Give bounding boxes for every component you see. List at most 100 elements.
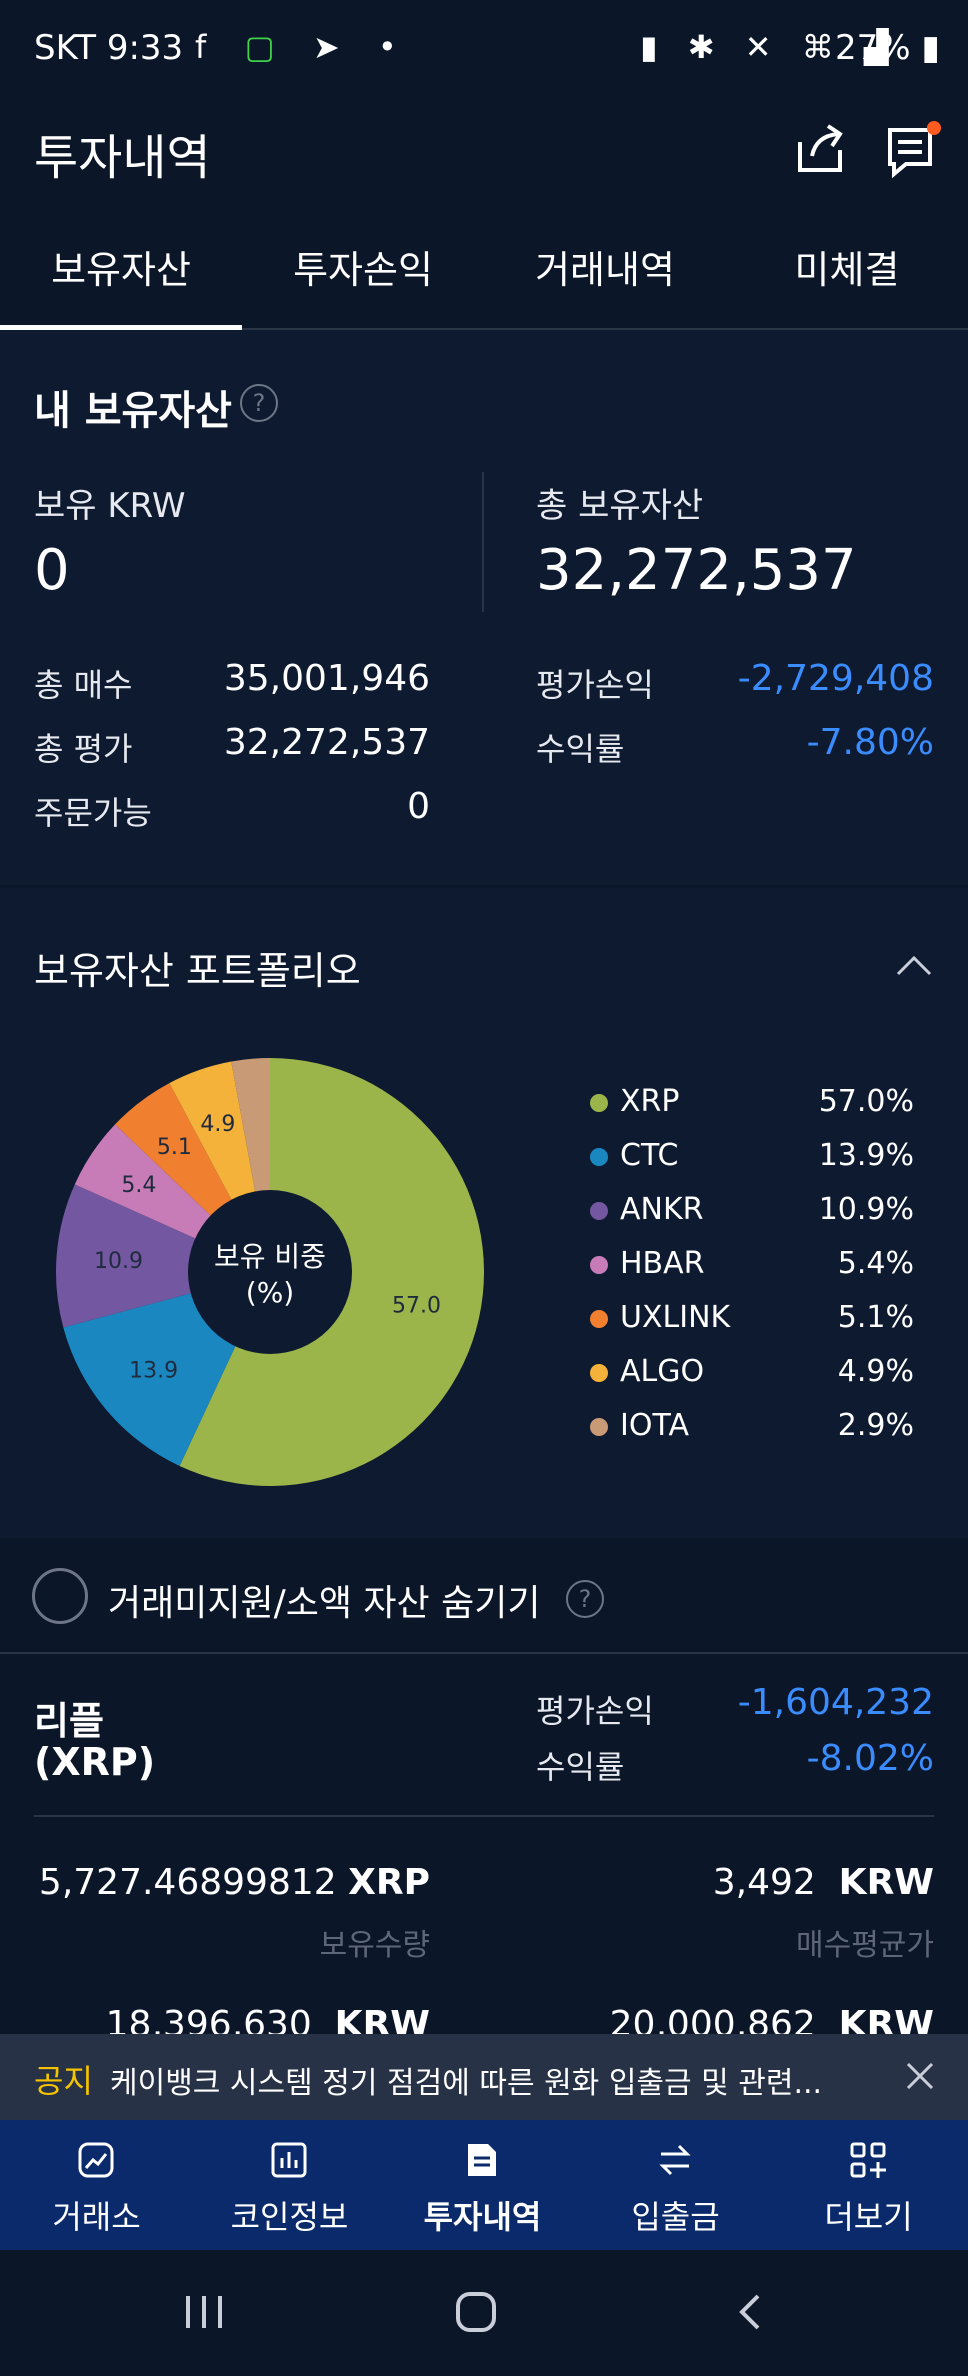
notice-tag: 공지 <box>34 2062 93 2100</box>
legend-item-xrp: XRP 57.0% <box>590 1084 920 1124</box>
app-icon: ▢ <box>244 28 289 66</box>
legend-name: ALGO <box>620 1354 705 1389</box>
pie-label-ankr: 10.9 <box>94 1249 143 1274</box>
tab-open-orders[interactable]: 미체결 <box>726 240 968 328</box>
bar-chart-icon <box>271 2142 307 2178</box>
asset-rate-label: 수익률 <box>536 1748 625 1786</box>
holding-quantity: 5,727.46899812 XRP <box>38 1862 430 1903</box>
status-left-icons: f ▢ ➤ • <box>195 28 411 66</box>
legend-item-uxlink: UXLINK 5.1% <box>590 1300 920 1340</box>
bluetooth-icon: ✱ <box>687 28 725 66</box>
legend-name: UXLINK <box>620 1300 731 1335</box>
chart-up-icon <box>78 2142 114 2178</box>
nav-deposit-withdraw[interactable]: 입출금 <box>579 2120 772 2250</box>
asset-symbol: (XRP) <box>34 1740 156 1784</box>
tab-trade-history[interactable]: 거래내역 <box>484 240 726 328</box>
mute-icon: ✕ <box>744 28 782 66</box>
holding-quantity-label: 보유수량 <box>319 1928 430 1963</box>
pie-label-ctc: 13.9 <box>129 1359 178 1384</box>
total-assets-label: 총 보유자산 <box>536 486 704 526</box>
battery-saver-icon: ▮ <box>640 28 668 66</box>
total-buy-value: 35,001,946 <box>223 658 430 699</box>
summary-title: 내 보유자산 <box>34 388 232 434</box>
legend-name: HBAR <box>620 1246 705 1281</box>
legend-name: CTC <box>620 1138 679 1173</box>
grid-plus-icon <box>850 2142 886 2178</box>
return-rate-label: 수익률 <box>536 730 625 768</box>
hide-small-assets-label[interactable]: 거래미지원/소액 자산 숨기기 <box>108 1574 540 1626</box>
notice-icon[interactable] <box>884 120 944 180</box>
tab-holdings[interactable]: 보유자산 <box>0 240 242 330</box>
collapse-chevron-icon[interactable] <box>894 950 934 980</box>
system-navigation-bar <box>0 2250 968 2376</box>
legend-item-ankr: ANKR 10.9% <box>590 1192 920 1232</box>
eval-pl-label: 평가손익 <box>536 666 654 704</box>
close-icon[interactable] <box>904 2060 936 2092</box>
legend-name: XRP <box>620 1084 680 1119</box>
nav-coin-info[interactable]: 코인정보 <box>193 2120 386 2250</box>
legend-name: IOTA <box>620 1408 689 1443</box>
bottom-navigation: 거래소 코인정보 투자내역 입출금 더보기 <box>0 2120 968 2250</box>
transfer-icon <box>659 2144 691 2176</box>
legend-dot <box>590 1256 608 1274</box>
legend-dot <box>590 1364 608 1382</box>
legend-dot <box>590 1310 608 1328</box>
legend-dot <box>590 1202 608 1220</box>
hide-small-assets-radio[interactable] <box>32 1568 88 1624</box>
legend-percent: 5.1% <box>837 1300 914 1335</box>
asset-name: 리플 <box>34 1699 104 1743</box>
portfolio-donut-chart: 57.0 13.9 10.9 5.45.1 4.9 보유 비중 (%) <box>56 1058 485 1486</box>
portfolio-title: 보유자산 포트폴리오 <box>34 949 361 993</box>
avg-buy-price: 3,492 KRW <box>712 1862 934 1903</box>
nav-label: 거래소 <box>52 2198 141 2236</box>
page-title: 투자내역 <box>34 130 211 186</box>
nav-investments[interactable]: 투자내역 <box>386 2120 579 2250</box>
back-icon[interactable] <box>732 2292 768 2332</box>
total-buy-label: 총 매수 <box>34 666 133 704</box>
battery-icon: ▮ <box>910 28 941 68</box>
tab-profit-loss[interactable]: 투자손익 <box>242 240 484 328</box>
orderable-label: 주문가능 <box>34 794 152 832</box>
nav-label: 투자내역 <box>423 2198 542 2236</box>
total-eval-value: 32,272,537 <box>223 722 430 763</box>
asset-pl-label: 평가손익 <box>536 1692 654 1730</box>
home-icon[interactable] <box>454 2290 498 2334</box>
help-icon[interactable]: ? <box>566 1580 604 1618</box>
eval-pl-value: -2,729,408 <box>737 658 934 699</box>
legend-item-hbar: HBAR 5.4% <box>590 1246 920 1286</box>
pie-label-uxlink: 5.1 <box>157 1135 192 1160</box>
pie-label-hbar: 5.4 <box>121 1173 156 1198</box>
battery-level: 27% ▮ <box>835 28 941 68</box>
total-assets-value: 32,272,537 <box>536 538 857 603</box>
status-bar: SKT 9:33 f ▢ ➤ • ▮ ✱ ✕ ⌘ ▟ 27% ▮ <box>0 0 968 110</box>
asset-pl-value: -1,604,232 <box>737 1682 934 1723</box>
donut-center-unit: (%) <box>246 1276 294 1309</box>
notice-text[interactable]: 케이뱅크 시스템 정기 점검에 따른 원화 입출금 및 관련... <box>110 2058 830 2102</box>
nav-exchange[interactable]: 거래소 <box>0 2120 193 2250</box>
recent-apps-icon[interactable] <box>180 2292 228 2332</box>
krw-label: 보유 KRW <box>34 486 186 526</box>
legend-percent: 13.9% <box>818 1138 914 1173</box>
avg-buy-price-label: 매수평균가 <box>796 1928 934 1963</box>
divider <box>34 1815 934 1817</box>
legend-percent: 57.0% <box>818 1084 914 1119</box>
document-icon <box>468 2144 496 2176</box>
nav-label: 더보기 <box>824 2198 913 2236</box>
legend-percent: 4.9% <box>837 1354 914 1389</box>
facebook-icon: f <box>195 28 221 66</box>
orderable-value: 0 <box>407 786 430 827</box>
share-icon[interactable] <box>790 120 850 180</box>
legend-dot <box>590 1148 608 1166</box>
krw-value: 0 <box>34 538 70 603</box>
asset-rate-value: -8.02% <box>806 1738 934 1779</box>
nav-more[interactable]: 더보기 <box>772 2120 965 2250</box>
dot-icon: • <box>377 28 411 66</box>
legend-name: ANKR <box>620 1192 704 1227</box>
legend-item-ctc: CTC 13.9% <box>590 1138 920 1178</box>
help-icon[interactable]: ? <box>240 384 278 422</box>
pie-label-xrp: 57.0 <box>392 1293 441 1318</box>
status-time: SKT 9:33 <box>34 28 184 68</box>
total-eval-label: 총 평가 <box>34 730 133 768</box>
legend-percent: 5.4% <box>837 1246 914 1281</box>
legend-item-iota: IOTA 2.9% <box>590 1408 920 1448</box>
